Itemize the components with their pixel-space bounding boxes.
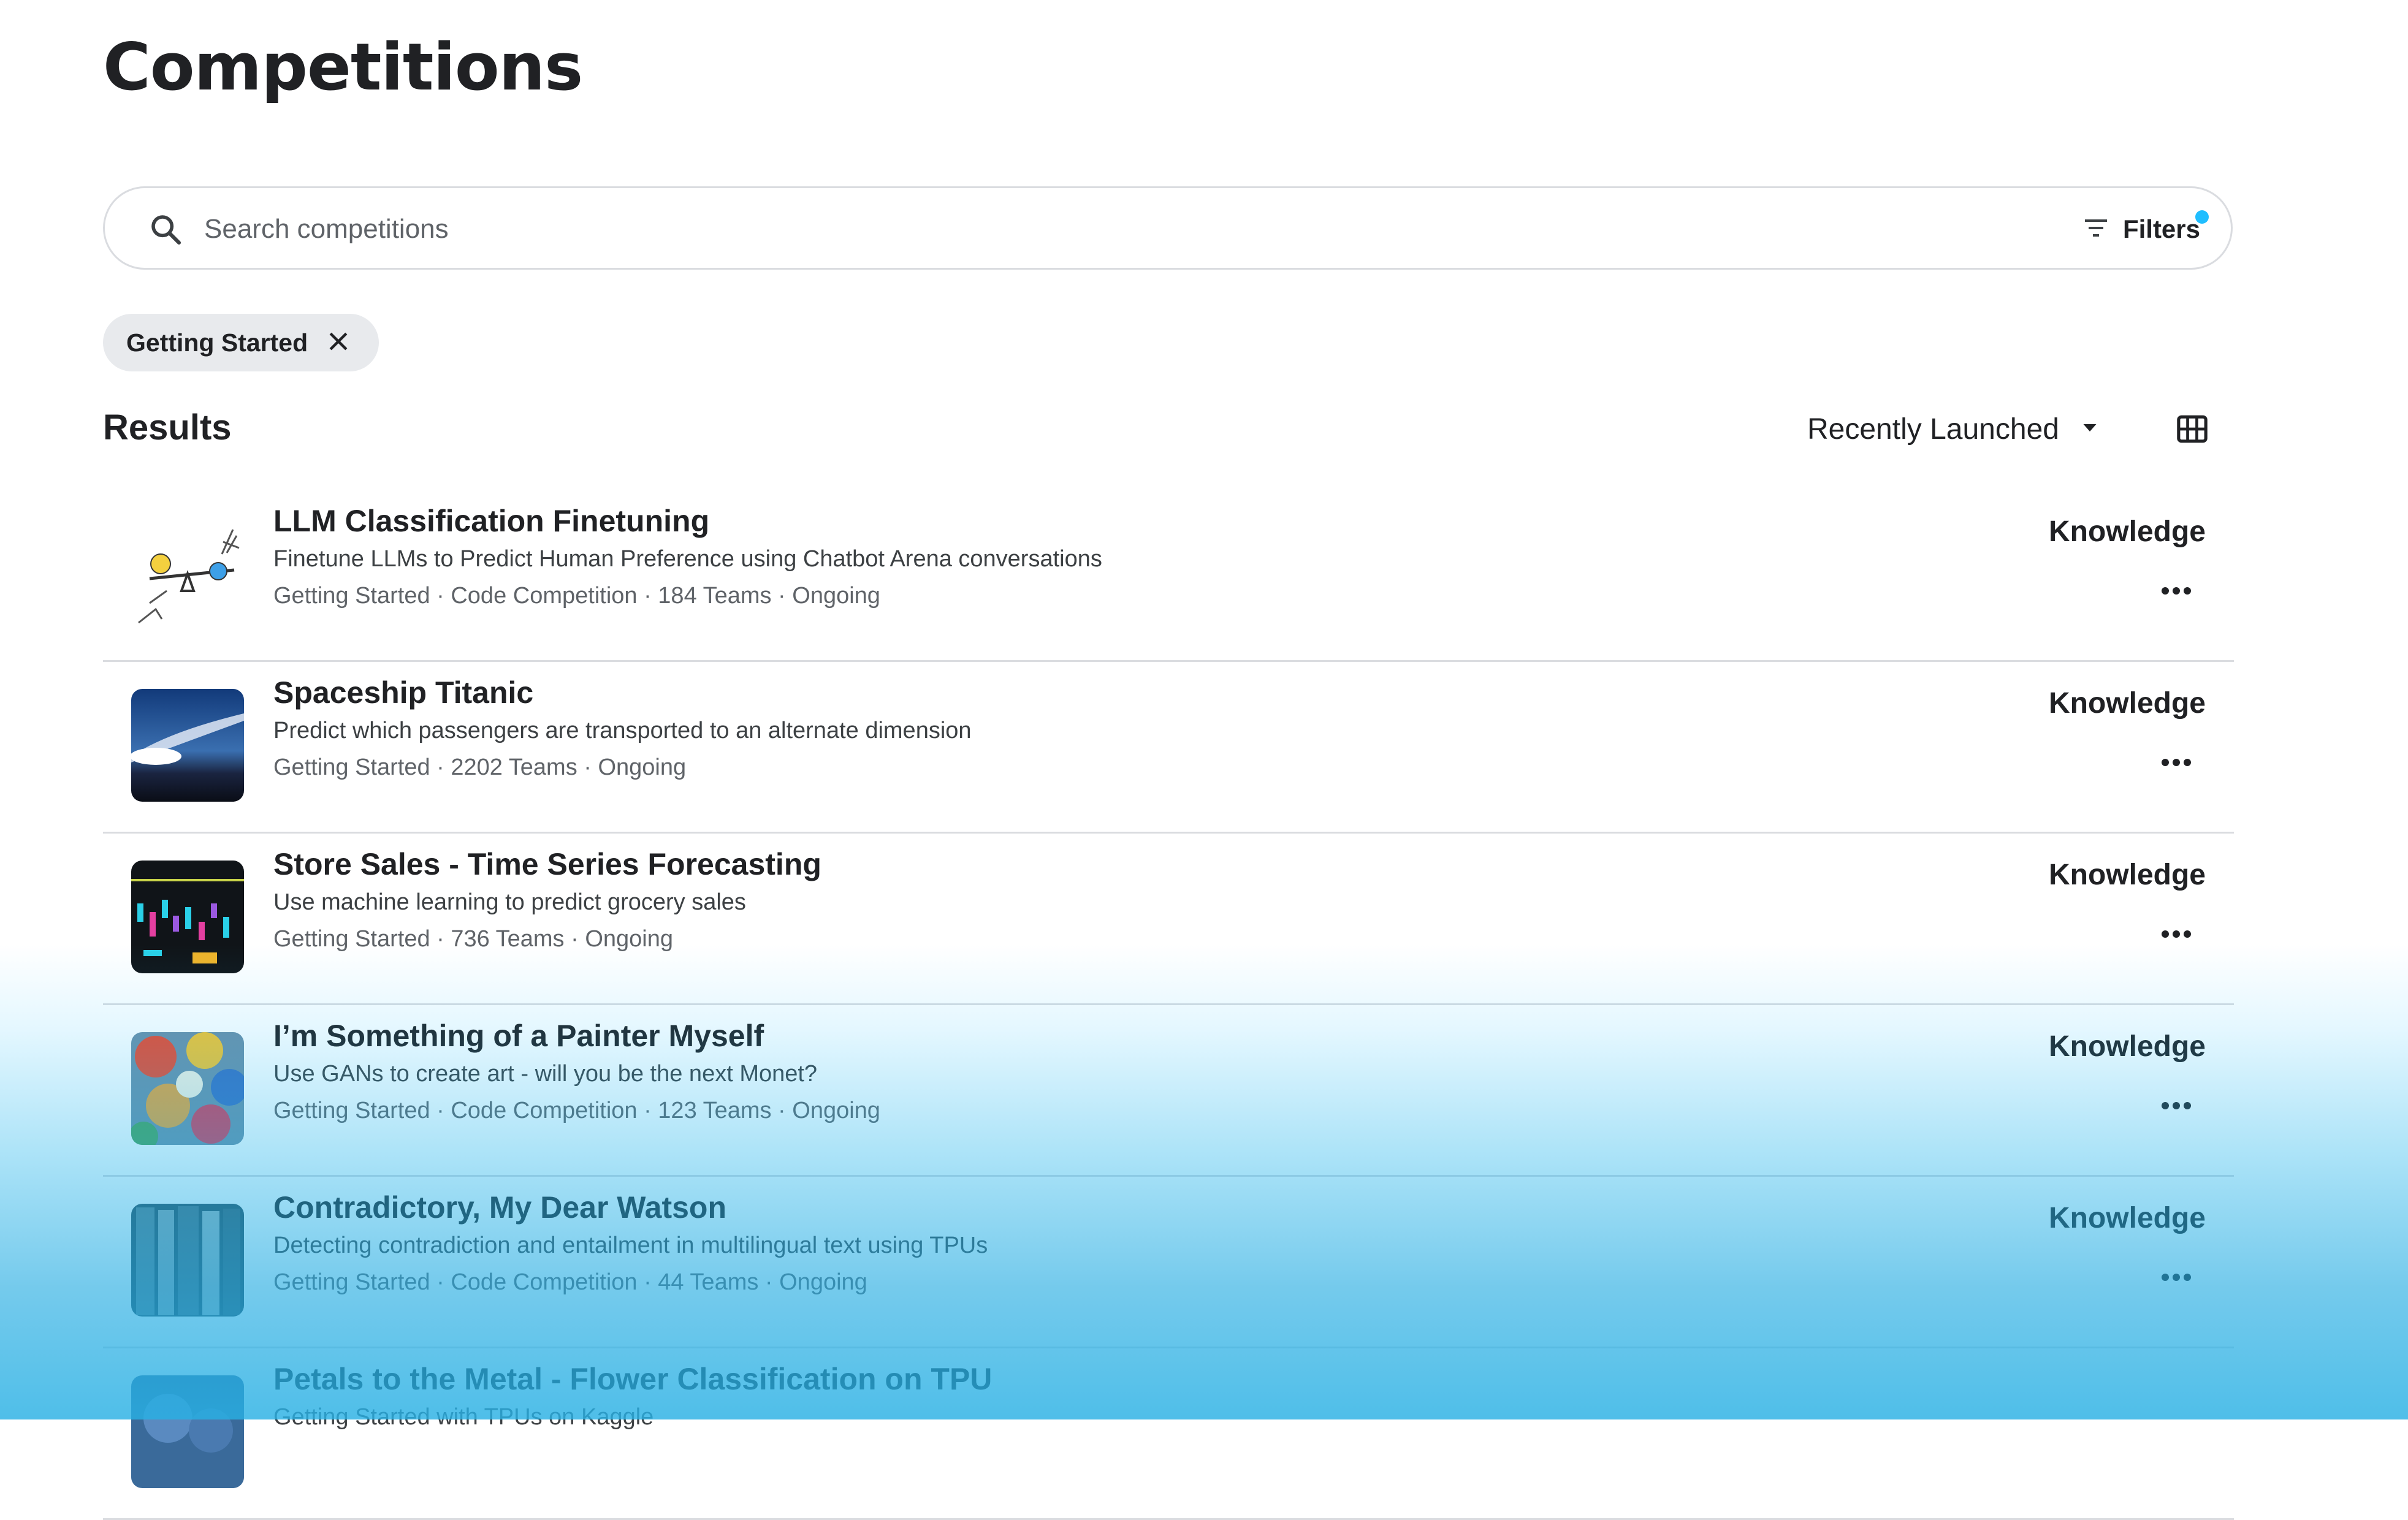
competition-title[interactable]: Spaceship Titanic bbox=[273, 673, 533, 712]
competition-tier: Knowledge bbox=[2048, 859, 2206, 891]
competition-title[interactable]: LLM Classification Finetuning bbox=[273, 501, 709, 541]
competition-description: Use machine learning to predict grocery … bbox=[273, 889, 746, 915]
competition-thumbnail bbox=[131, 1204, 244, 1317]
competition-description: Finetune LLMs to Predict Human Preferenc… bbox=[273, 546, 1102, 572]
competition-meta: Getting Started · Code Competition · 123… bbox=[273, 1098, 880, 1123]
competition-thumbnail bbox=[131, 517, 244, 630]
results-heading: Results bbox=[103, 408, 232, 447]
competition-thumbnail bbox=[131, 861, 244, 973]
filter-chip-label: Getting Started bbox=[126, 328, 308, 357]
competition-tier: Knowledge bbox=[2048, 1202, 2206, 1234]
competition-tier: Knowledge bbox=[2048, 1030, 2206, 1063]
close-icon[interactable] bbox=[308, 328, 352, 358]
filters-button[interactable]: Filters bbox=[2081, 209, 2209, 249]
competition-meta: Getting Started · Code Competition · 184… bbox=[273, 583, 880, 609]
filter-icon bbox=[2081, 213, 2123, 246]
competition-row[interactable]: LLM Classification Finetuning Finetune L… bbox=[103, 490, 2234, 662]
competition-row[interactable]: Store Sales - Time Series Forecasting Us… bbox=[103, 834, 2234, 1005]
competition-title[interactable]: Petals to the Metal - Flower Classificat… bbox=[273, 1359, 992, 1399]
competition-description: Predict which passengers are transported… bbox=[273, 718, 972, 743]
search-input[interactable] bbox=[203, 207, 1983, 252]
competition-thumbnail bbox=[131, 1032, 244, 1145]
competition-description: Getting Started with TPUs on Kaggle bbox=[273, 1404, 654, 1430]
competition-tier: Knowledge bbox=[2048, 515, 2206, 548]
filters-label: Filters bbox=[2122, 215, 2200, 243]
competition-row[interactable]: Spaceship Titanic Predict which passenge… bbox=[103, 662, 2234, 834]
filter-chip-getting-started[interactable]: Getting Started bbox=[103, 314, 379, 371]
page-title: Competitions bbox=[103, 29, 583, 105]
competition-description: Detecting contradiction and entailment i… bbox=[273, 1233, 988, 1258]
competition-title[interactable]: Store Sales - Time Series Forecasting bbox=[273, 845, 821, 884]
competition-meta: Getting Started · Code Competition · 44 … bbox=[273, 1269, 867, 1295]
competition-thumbnail bbox=[131, 1375, 244, 1488]
competition-row[interactable]: Petals to the Metal - Flower Classificat… bbox=[103, 1348, 2234, 1520]
sort-dropdown[interactable]: Recently Launched bbox=[1807, 407, 2101, 451]
competition-tier: Knowledge bbox=[2048, 687, 2206, 720]
competition-row[interactable]: I’m Something of a Painter Myself Use GA… bbox=[103, 1005, 2234, 1177]
competition-meta: Getting Started · 736 Teams · Ongoing bbox=[273, 926, 673, 952]
competitions-page: Competitions Filters Getting Started Res… bbox=[0, 0, 2408, 1520]
competition-row[interactable]: Contradictory, My Dear Watson Detecting … bbox=[103, 1177, 2234, 1348]
sort-label: Recently Launched bbox=[1807, 412, 2059, 446]
competition-thumbnail bbox=[131, 689, 244, 802]
competition-list: LLM Classification Finetuning Finetune L… bbox=[103, 490, 2234, 1520]
search-bar[interactable]: Filters bbox=[103, 186, 2233, 270]
competition-title[interactable]: I’m Something of a Painter Myself bbox=[273, 1016, 764, 1055]
competition-meta: Getting Started · 2202 Teams · Ongoing bbox=[273, 754, 687, 780]
competition-title[interactable]: Contradictory, My Dear Watson bbox=[273, 1188, 726, 1227]
caret-down-icon bbox=[2059, 417, 2101, 442]
filters-active-dot bbox=[2195, 210, 2209, 224]
competition-description: Use GANs to create art - will you be the… bbox=[273, 1061, 818, 1087]
